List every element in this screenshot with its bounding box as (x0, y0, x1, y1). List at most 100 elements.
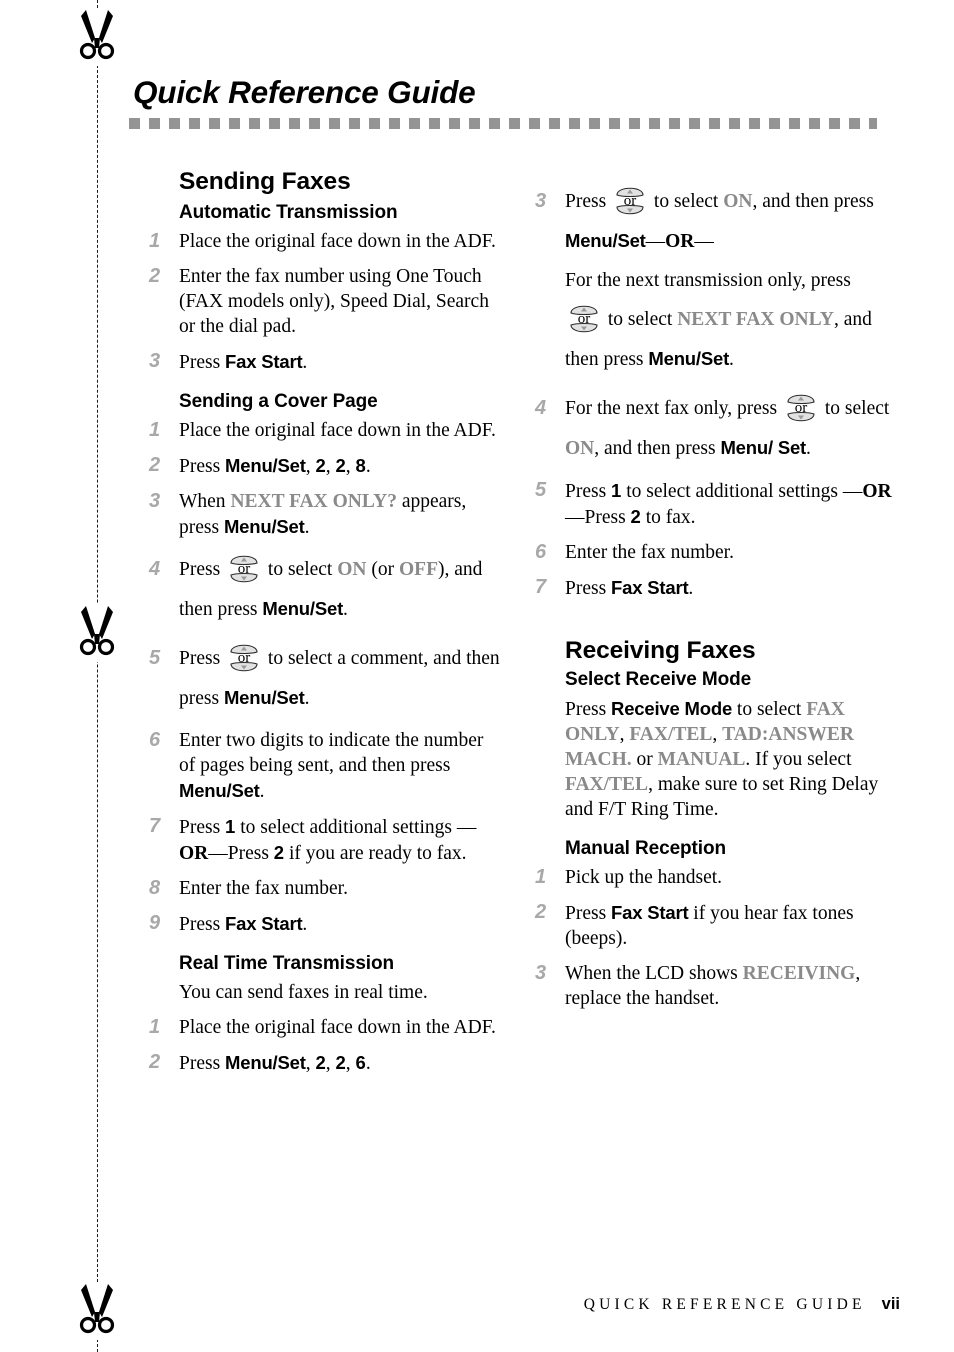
footer-page-number: vii (881, 1295, 900, 1313)
group-select-receive-mode: Select Receive Mode Press Receive Mode t… (532, 669, 892, 822)
page-footer: QUICK REFERENCE GUIDE vii (0, 1295, 900, 1314)
step-text: When NEXT FAX ONLY? appears, press Menu/… (179, 491, 467, 538)
cut-line (97, 0, 98, 1352)
step-number: 7 (149, 815, 161, 837)
step-text: Press or to select ON, and then press Me… (565, 187, 874, 370)
step-number: 5 (149, 647, 161, 669)
step-text: Press Menu/Set, 2, 2, 6. (179, 1052, 371, 1074)
continued-step-list: 3 Press or to select ON, and then press M… (532, 182, 892, 601)
step-number: 2 (535, 901, 547, 923)
step-item: 2 Press Fax Start if you hear fax tones (… (532, 900, 892, 951)
step-item: 2 Enter the fax number using One Touch (F… (146, 264, 501, 339)
group-heading: Real Time Transmission (179, 953, 394, 974)
step-item: 4 Press or to select ON (or OFF), and the… (146, 550, 501, 629)
group-automatic-transmission: Automatic Transmission 1 Place the origin… (146, 202, 501, 375)
step-text: Press Fax Start. (179, 913, 308, 935)
up-down-navigation-key-icon[interactable]: or (784, 389, 818, 427)
step-item: 3 Press or to select ON, and then press M… (532, 182, 892, 379)
step-number: 3 (535, 962, 547, 984)
step-text: Press Fax Start. (179, 351, 308, 373)
step-number: 1 (149, 419, 161, 441)
step-number: 6 (149, 729, 161, 751)
step-item: 9 Press Fax Start. (146, 911, 501, 937)
group-real-time-transmission: Real Time Transmission You can send faxe… (146, 953, 501, 1076)
step-item: 5 Press 1 to select additional settings —… (532, 478, 892, 530)
group-heading: Select Receive Mode (565, 669, 752, 690)
step-list: 1 Place the original face down in the ADF… (146, 229, 501, 375)
step-number: 8 (149, 877, 161, 899)
page-title: Quick Reference Guide (133, 74, 476, 110)
step-item: 1 Pick up the handset. (532, 865, 892, 890)
step-item: 6 Enter two digits to indicate the number… (146, 728, 501, 804)
step-item: 1 Place the original face down in the AD… (146, 418, 501, 443)
left-column: Sending Faxes Automatic Transmission 1 Pl… (146, 168, 501, 1086)
group-heading: Sending a Cover Page (179, 391, 378, 412)
step-text: Press Fax Start. (565, 577, 694, 599)
step-number: 2 (149, 265, 161, 287)
scissors-icon (68, 8, 126, 66)
step-text: Place the original face down in the ADF. (179, 420, 496, 441)
section-heading-sending-faxes: Sending Faxes (179, 168, 351, 195)
step-number: 7 (535, 576, 547, 598)
up-down-navigation-key-icon[interactable]: or (567, 300, 601, 338)
step-item: 6 Enter the fax number. (532, 540, 892, 565)
group-manual-reception: Manual Reception 1 Pick up the handset. 2 P… (532, 838, 892, 1011)
step-text: Enter two digits to indicate the number … (179, 730, 484, 802)
scissors-icon (68, 604, 126, 662)
title-rule (129, 118, 877, 129)
svg-text:or: or (624, 193, 637, 209)
step-number: 1 (149, 230, 161, 252)
step-number: 2 (149, 1051, 161, 1073)
step-item: 7 Press 1 to select additional settings —… (146, 814, 501, 866)
section-heading-receiving-faxes: Receiving Faxes (565, 637, 756, 664)
step-number: 3 (149, 350, 161, 372)
step-item: 7 Press Fax Start. (532, 575, 892, 601)
group-sending-a-cover-page: Sending a Cover Page 1 Place the origina… (146, 391, 501, 937)
svg-text:or: or (795, 400, 808, 416)
step-number: 3 (149, 490, 161, 512)
scissors-icon (68, 1282, 126, 1340)
group-intro: You can send faxes in real time. (179, 982, 428, 1003)
step-text: Enter the fax number. (179, 878, 348, 899)
right-column: 3 Press or to select ON, and then press M… (532, 182, 892, 1021)
step-number: 3 (535, 190, 547, 212)
step-text: Pick up the handset. (565, 867, 723, 888)
step-item: 3 When the LCD shows RECEIVING, replace t… (532, 961, 892, 1011)
step-number: 5 (535, 479, 547, 501)
step-text: Place the original face down in the ADF. (179, 231, 496, 252)
step-item: 3 When NEXT FAX ONLY? appears, press Menu… (146, 489, 501, 540)
group-heading: Automatic Transmission (179, 202, 398, 223)
step-number: 6 (535, 541, 547, 563)
up-down-navigation-key-icon[interactable]: or (613, 182, 647, 220)
step-item: 5 Press or to select a comment, and then … (146, 639, 501, 718)
step-number: 1 (149, 1016, 161, 1038)
step-text: Press or to select ON (or OFF), and then… (179, 555, 482, 620)
step-text: Press Menu/Set, 2, 2, 8. (179, 455, 371, 477)
step-number: 2 (149, 454, 161, 476)
step-item: 4 For the next fax only, press or to sele… (532, 389, 892, 468)
step-list: 1 Place the original face down in the ADF… (146, 1015, 501, 1076)
step-text: Press 1 to select additional settings —O… (179, 816, 477, 864)
up-down-navigation-key-icon[interactable]: or (227, 639, 261, 677)
group-heading: Manual Reception (565, 838, 726, 859)
svg-text:or: or (238, 650, 251, 666)
svg-text:or: or (578, 311, 591, 327)
footer-title: QUICK REFERENCE GUIDE (583, 1296, 866, 1313)
step-number: 1 (535, 866, 547, 888)
svg-text:or: or (238, 561, 251, 577)
step-item: 2 Press Menu/Set, 2, 2, 6. (146, 1050, 501, 1076)
step-item: 8 Enter the fax number. (146, 876, 501, 901)
step-text: Press Fax Start if you hear fax tones (b… (565, 902, 854, 949)
group-intro: Press Receive Mode to select FAX ONLY, F… (565, 698, 879, 820)
step-list: 1 Place the original face down in the AD… (146, 418, 501, 937)
step-list: 1 Pick up the handset. 2 Press Fax Start if… (532, 865, 892, 1011)
step-text: Press 1 to select additional settings —O… (565, 480, 892, 528)
step-text: Enter the fax number using One Touch (FA… (179, 266, 489, 337)
step-item: 1 Place the original face down in the ADF… (146, 229, 501, 254)
step-number: 9 (149, 912, 161, 934)
step-item: 3 Press Fax Start. (146, 349, 501, 375)
step-number: 4 (535, 397, 547, 419)
step-text: When the LCD shows RECEIVING, replace th… (565, 963, 861, 1009)
up-down-navigation-key-icon[interactable]: or (227, 550, 261, 588)
step-text: For the next fax only, press or to selec… (565, 394, 889, 459)
